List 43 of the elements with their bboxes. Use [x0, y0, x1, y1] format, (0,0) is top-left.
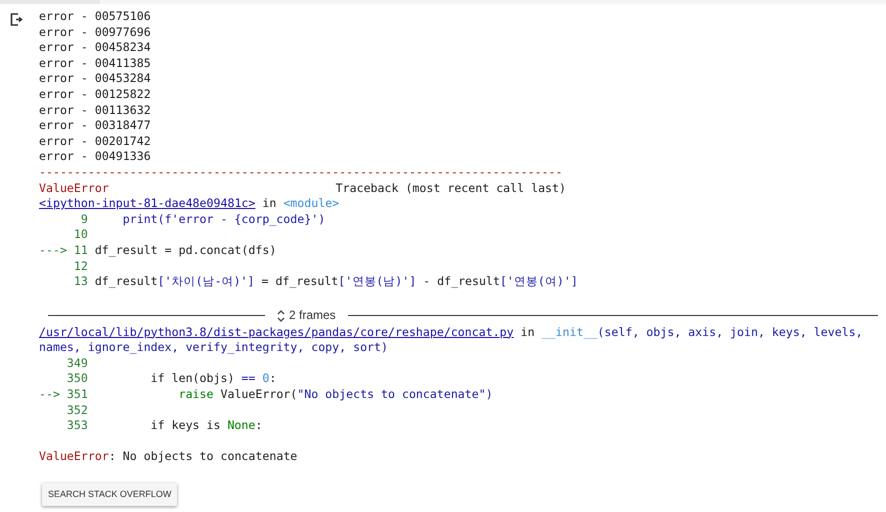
code-text: df_result = pd.concat(dfs) [94, 242, 276, 258]
file-link[interactable]: /usr/local/lib/python3.8/dist-packages/pandas/core/reshape/concat.py [39, 324, 514, 340]
traceback-heading: Traceback (most recent call last) [336, 180, 566, 196]
code-text: if keys is None: [150, 418, 262, 434]
error-message: ValueError: No objects to concatenate [39, 449, 298, 466]
line-number: 353 [66, 418, 88, 434]
output-text: error - 00411385 [39, 56, 151, 72]
line-number: 9 [80, 212, 88, 228]
function-signature: names, ignore_index, verify_integrity, copy, sort) [39, 340, 388, 356]
output-text: error - 00201742 [39, 134, 151, 150]
in-text: in [261, 196, 278, 212]
line-number: 352 [66, 402, 88, 418]
line-number: 13 [74, 274, 88, 290]
line-number: 351 [66, 387, 88, 403]
output-text: error - 00575106 [39, 9, 151, 25]
code-text: df_result['차이(남-여)'] = df_result['연봉(남)'] - df_result['연봉(여)'] [94, 274, 578, 290]
line-number: 10 [74, 227, 88, 243]
function-signature: __init__(self, objs, axis, join, keys, levels, [542, 324, 863, 340]
line-number: 12 [74, 258, 88, 274]
error-name: ValueError [39, 180, 109, 196]
output-icon [10, 13, 23, 26]
file-link[interactable]: <ipython-input-81-dae48e09481c> [39, 196, 256, 212]
output-text: error - 00491336 [39, 149, 151, 165]
code-text: if len(objs) == 0: [150, 371, 276, 388]
current-line-arrow: --> [38, 387, 60, 403]
expand-collapse-icon [277, 308, 285, 323]
output-text: error - 00113632 [39, 102, 151, 118]
output-text: error - 00458234 [39, 40, 151, 56]
function-name: <module> [283, 196, 340, 212]
line-number: 349 [66, 356, 88, 372]
current-line-arrow: ---> [39, 242, 67, 258]
frames-toggle[interactable]: 2 frames [277, 308, 336, 324]
output-text: error - 00125822 [39, 86, 151, 103]
line-number: 11 [74, 242, 88, 258]
separator-dashes: --------------------------------------------------------------------------- [39, 164, 563, 181]
output-text: error - 00318477 [39, 118, 151, 134]
line-number: 350 [66, 371, 88, 388]
code-text: raise ValueError("No objects to concatenate") [178, 387, 493, 403]
in-text: in [520, 324, 536, 340]
search-stack-overflow-button[interactable]: SEARCH STACK OVERFLOW [42, 483, 178, 506]
output-text: error - 00977696 [39, 24, 151, 40]
output-text: error - 00453284 [39, 71, 151, 87]
code-text: print(f'error - {corp_code}') [122, 212, 326, 228]
